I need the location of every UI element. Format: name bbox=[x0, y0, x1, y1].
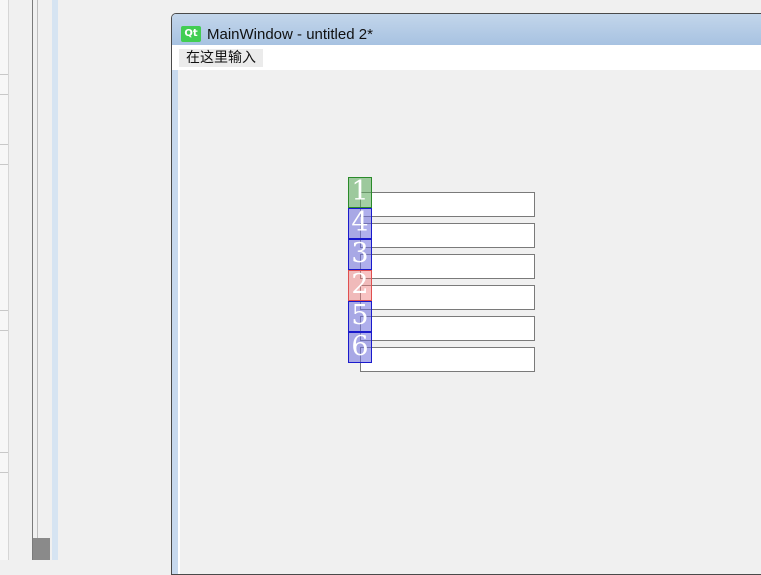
menu-bar: 在这里输入 bbox=[172, 45, 761, 70]
tab-order-marker[interactable]: 6 bbox=[348, 332, 372, 363]
divider bbox=[0, 144, 8, 145]
line-edit-6[interactable] bbox=[360, 347, 535, 372]
window-title: MainWindow - untitled 2* bbox=[207, 26, 373, 43]
tab-order-marker[interactable]: 3 bbox=[348, 239, 372, 270]
divider bbox=[0, 94, 8, 95]
divider bbox=[0, 452, 8, 453]
line-edit-3[interactable] bbox=[360, 254, 535, 279]
scrollbar-thumb[interactable] bbox=[33, 538, 50, 560]
line-edit-1[interactable] bbox=[360, 192, 535, 217]
window-titlebar[interactable]: Qt MainWindow - untitled 2* bbox=[172, 14, 761, 45]
divider bbox=[0, 330, 8, 331]
vertical-scrollbar-track[interactable] bbox=[37, 0, 53, 540]
tab-order-marker[interactable]: 5 bbox=[348, 301, 372, 332]
widget-box-edge bbox=[0, 0, 9, 560]
form-preview-window[interactable]: Qt MainWindow - untitled 2* 在这里输入 1 4 3 … bbox=[171, 13, 761, 575]
panel-splitter[interactable] bbox=[32, 0, 53, 560]
divider bbox=[0, 472, 8, 473]
line-edit-4[interactable] bbox=[360, 285, 535, 310]
divider bbox=[0, 164, 8, 165]
line-edit-2[interactable] bbox=[360, 223, 535, 248]
divider bbox=[0, 310, 8, 311]
tab-order-marker[interactable]: 2 bbox=[348, 270, 372, 301]
qt-logo-icon: Qt bbox=[181, 26, 201, 42]
tab-order-marker[interactable]: 1 bbox=[348, 177, 372, 208]
designer-left-panel bbox=[0, 0, 58, 560]
menu-type-here-item[interactable]: 在这里输入 bbox=[179, 49, 263, 67]
tab-order-marker[interactable]: 4 bbox=[348, 208, 372, 239]
mdi-area-edge bbox=[52, 0, 58, 560]
line-edit-5[interactable] bbox=[360, 316, 535, 341]
divider bbox=[0, 74, 8, 75]
